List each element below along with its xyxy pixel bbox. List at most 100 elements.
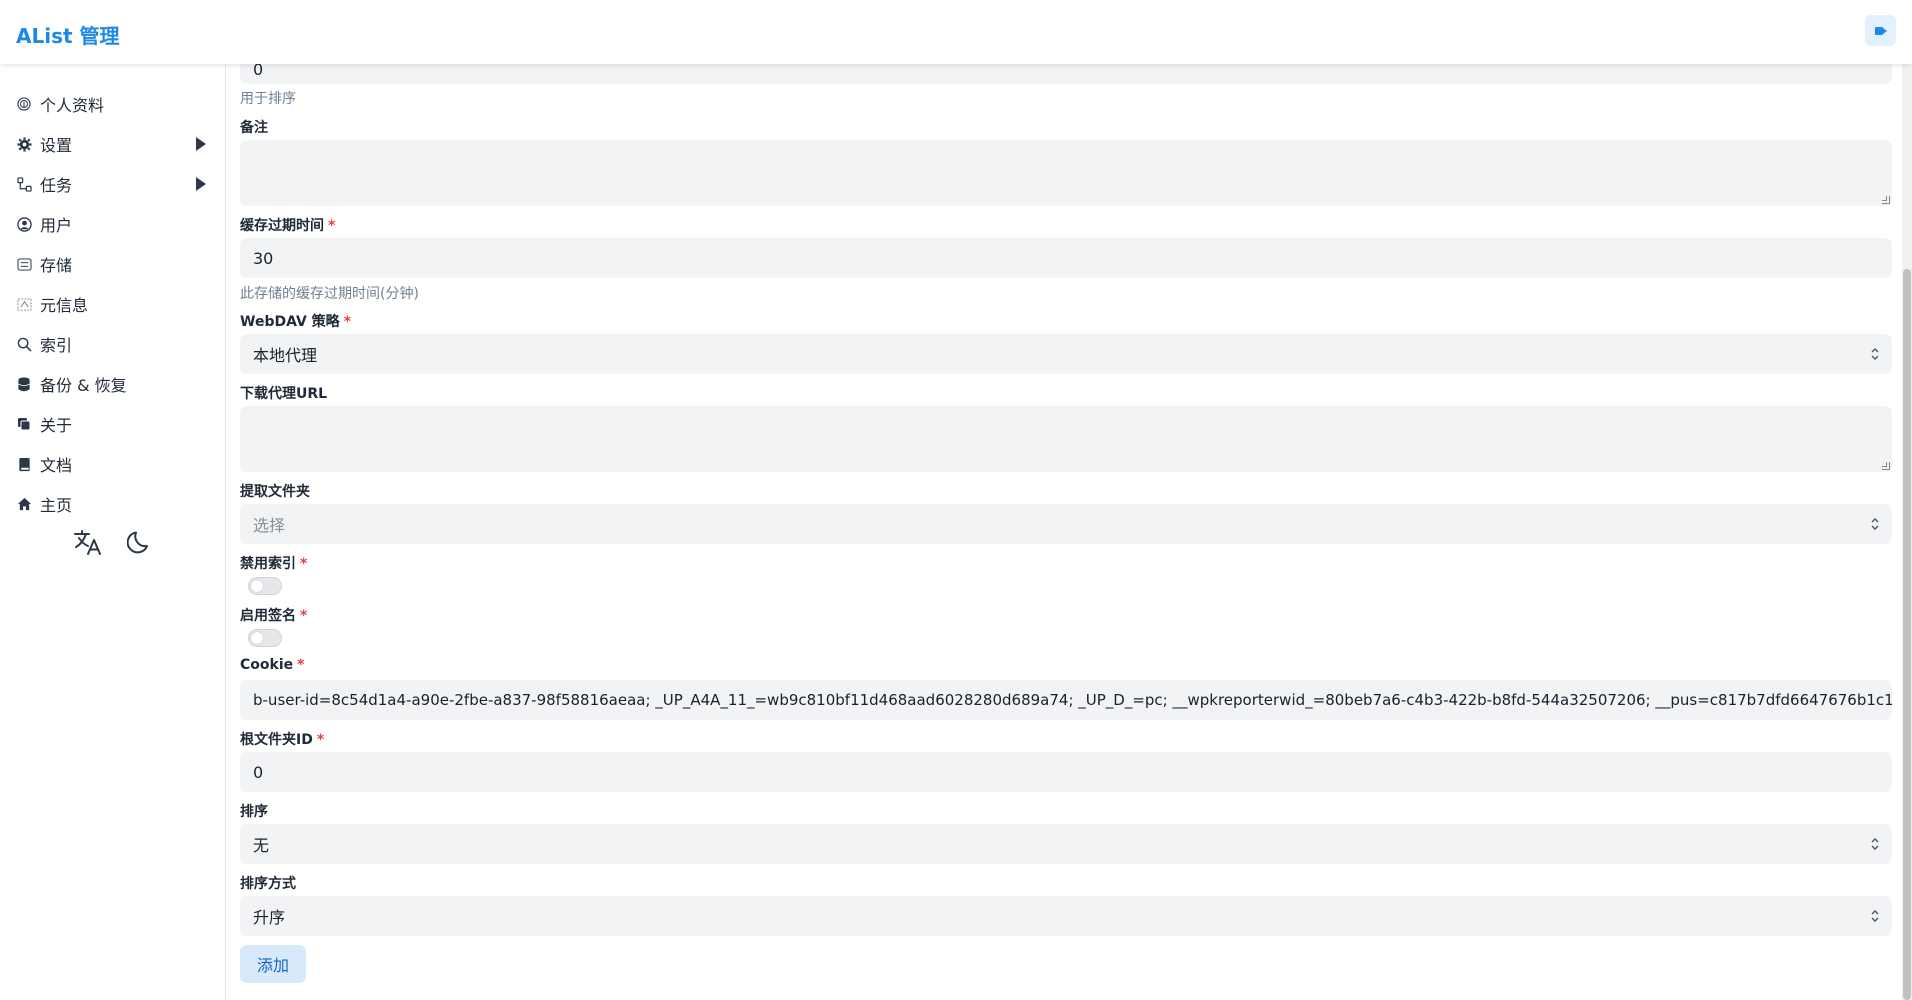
copy-icon bbox=[16, 416, 32, 432]
sort-direction-label: 排序方式 bbox=[240, 873, 296, 893]
sidebar-item-meta[interactable]: 元信息 bbox=[16, 289, 212, 319]
extract-label-text: 提取文件夹 bbox=[240, 484, 310, 500]
webdav-policy-select[interactable]: 本地代理 bbox=[240, 334, 1892, 374]
required-mark: * bbox=[300, 556, 308, 572]
sort-dir-value: 升序 bbox=[253, 908, 286, 927]
order-help-text: 用于排序 bbox=[240, 91, 296, 107]
select-caret-icon bbox=[1871, 910, 1879, 922]
required-mark: * bbox=[297, 657, 305, 673]
cookie-label: Cookie * bbox=[240, 657, 304, 673]
webdav-label-text: WebDAV 策略 bbox=[240, 314, 340, 330]
moon-icon bbox=[127, 531, 148, 554]
page-scrollbar[interactable] bbox=[1902, 64, 1912, 1000]
cache-label-text: 缓存过期时间 bbox=[240, 218, 324, 234]
database-icon bbox=[16, 376, 32, 392]
sidebar-item-tasks[interactable]: 任务 bbox=[16, 169, 212, 199]
cache-value: 30 bbox=[253, 248, 274, 268]
sidebar-item-backup[interactable]: 备份 & 恢复 bbox=[16, 369, 212, 399]
sort-direction-select[interactable]: 升序 bbox=[240, 896, 1892, 936]
sidebar-item-label: 主页 bbox=[40, 496, 73, 515]
root-folder-id-input[interactable]: 0 bbox=[240, 752, 1892, 792]
required-mark: * bbox=[328, 218, 336, 234]
sort-select[interactable]: 无 bbox=[240, 824, 1892, 864]
extract-placeholder: 选择 bbox=[253, 516, 286, 535]
remark-label: 备注 bbox=[240, 117, 268, 137]
select-caret-icon bbox=[1871, 838, 1879, 850]
storage-icon bbox=[16, 256, 32, 272]
sidebar-item-home[interactable]: 主页 bbox=[16, 489, 212, 519]
extract-folder-label: 提取文件夹 bbox=[240, 481, 310, 501]
webdav-policy-label: WebDAV 策略 * bbox=[240, 311, 351, 331]
cache-expiry-input[interactable]: 30 bbox=[240, 238, 1892, 278]
fingerprint-icon bbox=[16, 96, 32, 112]
required-mark: * bbox=[300, 608, 308, 624]
disable-index-switch[interactable] bbox=[248, 577, 282, 595]
logout-icon bbox=[1874, 26, 1887, 35]
gear-icon bbox=[16, 136, 32, 152]
sidebar-item-label: 任务 bbox=[40, 176, 73, 195]
sidebar-item-index[interactable]: 索引 bbox=[16, 329, 212, 359]
extract-folder-select[interactable]: 选择 bbox=[240, 504, 1892, 544]
select-caret-icon bbox=[1871, 348, 1879, 360]
language-button[interactable] bbox=[72, 526, 104, 558]
proxy-url-label-text: 下载代理URL bbox=[240, 386, 328, 402]
sidebar-item-about[interactable]: 关于 bbox=[16, 409, 212, 439]
switch-knob bbox=[251, 632, 263, 644]
sort-value: 无 bbox=[253, 836, 270, 855]
sidebar: 个人资料 设置 任务 用户 存储 元信息 索引 备份 & 恢复 关于 文档 主页 bbox=[0, 64, 226, 1000]
tasks-icon bbox=[16, 176, 32, 192]
remark-label-text: 备注 bbox=[240, 120, 268, 136]
sidebar-item-label: 文档 bbox=[40, 456, 73, 475]
sidebar-item-label: 个人资料 bbox=[40, 96, 105, 115]
sidebar-item-storage[interactable]: 存储 bbox=[16, 249, 212, 279]
cookie-input[interactable]: b-user-id=8c54d1a4-a90e-2fbe-a837-98f588… bbox=[240, 680, 1892, 720]
sidebar-item-label: 关于 bbox=[40, 416, 73, 435]
add-button[interactable]: 添加 bbox=[240, 945, 306, 983]
translate-icon bbox=[74, 530, 101, 555]
sidebar-item-label: 用户 bbox=[40, 216, 73, 235]
enable-sign-label-text: 启用签名 bbox=[240, 608, 296, 624]
meta-icon bbox=[16, 296, 32, 312]
disable-index-label-text: 禁用索引 bbox=[240, 556, 296, 572]
sidebar-item-label: 备份 & 恢复 bbox=[40, 376, 127, 395]
logout-button[interactable] bbox=[1865, 15, 1896, 46]
user-circle-icon bbox=[16, 216, 32, 232]
sidebar-item-label: 元信息 bbox=[40, 296, 89, 315]
proxy-url-textarea[interactable] bbox=[240, 406, 1892, 472]
enable-sign-switch[interactable] bbox=[248, 629, 282, 647]
sidebar-item-label: 存储 bbox=[40, 256, 73, 275]
cache-expiry-label: 缓存过期时间 * bbox=[240, 215, 335, 235]
app-title[interactable]: AList 管理 bbox=[16, 20, 120, 49]
sort-dir-label-text: 排序方式 bbox=[240, 876, 296, 892]
select-caret-icon bbox=[1871, 518, 1879, 530]
top-header: AList 管理 bbox=[0, 0, 1912, 64]
remark-textarea[interactable] bbox=[240, 140, 1892, 206]
root-folder-id-label: 根文件夹ID * bbox=[240, 729, 324, 749]
proxy-url-label: 下载代理URL bbox=[240, 383, 327, 403]
expand-arrow-icon[interactable] bbox=[196, 137, 206, 151]
scrollbar-thumb[interactable] bbox=[1903, 269, 1911, 1000]
sidebar-item-profile[interactable]: 个人资料 bbox=[16, 89, 212, 119]
book-icon bbox=[16, 456, 32, 472]
home-icon bbox=[16, 496, 32, 512]
cookie-label-text: Cookie bbox=[240, 657, 294, 673]
root-id-value: 0 bbox=[253, 762, 264, 782]
sidebar-item-settings[interactable]: 设置 bbox=[16, 129, 212, 159]
cookie-value: b-user-id=8c54d1a4-a90e-2fbe-a837-98f588… bbox=[253, 691, 1892, 709]
sidebar-item-users[interactable]: 用户 bbox=[16, 209, 212, 239]
resize-handle[interactable] bbox=[1882, 196, 1890, 204]
sidebar-item-docs[interactable]: 文档 bbox=[16, 449, 212, 479]
storage-form: 0 用于排序 备注 缓存过期时间 * 30 此存储的缓存过期时间(分钟) WebD… bbox=[240, 0, 1892, 1000]
cache-help-text: 此存储的缓存过期时间(分钟) bbox=[240, 286, 419, 302]
enable-sign-label: 启用签名 * bbox=[240, 605, 307, 625]
theme-toggle-button[interactable] bbox=[124, 526, 156, 558]
search-icon bbox=[16, 336, 32, 352]
root-id-label-text: 根文件夹ID bbox=[240, 732, 313, 748]
resize-handle[interactable] bbox=[1882, 462, 1890, 470]
sort-label-text: 排序 bbox=[240, 804, 268, 820]
sidebar-item-label: 设置 bbox=[40, 136, 73, 155]
required-mark: * bbox=[343, 314, 352, 330]
switch-knob bbox=[251, 580, 263, 592]
expand-arrow-icon[interactable] bbox=[196, 177, 206, 191]
sort-label: 排序 bbox=[240, 801, 268, 821]
